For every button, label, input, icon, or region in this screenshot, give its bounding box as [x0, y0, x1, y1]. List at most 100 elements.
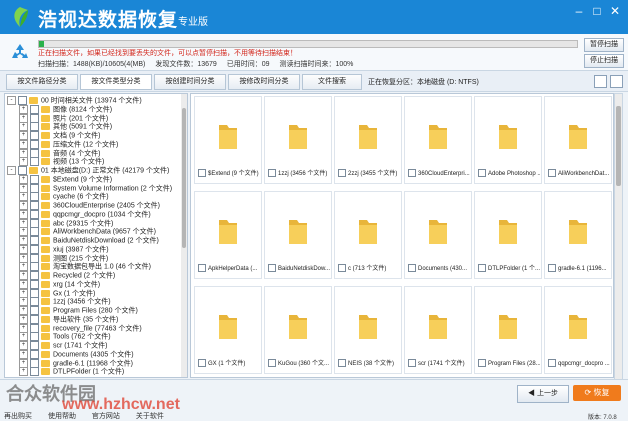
expand-icon[interactable]: + — [19, 314, 28, 324]
folder-tile[interactable]: DTLPFolder (1 个... — [474, 191, 542, 279]
folder-tile[interactable]: qqpcmgr_docpro ... — [544, 286, 612, 374]
tree-checkbox[interactable] — [30, 332, 39, 342]
expand-icon[interactable]: + — [19, 104, 28, 114]
tree-checkbox[interactable] — [30, 349, 39, 359]
folder-tile[interactable]: NEIS (38 个文件) — [334, 286, 402, 374]
tile-checkbox[interactable] — [268, 169, 276, 178]
tile-checkbox[interactable] — [548, 359, 556, 368]
tree-checkbox[interactable] — [30, 244, 39, 254]
close-icon[interactable]: ✕ — [608, 4, 622, 18]
collapse-icon[interactable]: - — [7, 96, 16, 105]
folder-tile[interactable]: KuGou (360 个文... — [264, 286, 332, 374]
tree-checkbox[interactable] — [30, 192, 39, 202]
tile-checkbox[interactable] — [338, 264, 346, 273]
tree-checkbox[interactable] — [30, 218, 39, 228]
pause-scan-button[interactable]: 暂停扫描 — [584, 38, 624, 52]
expand-icon[interactable]: + — [19, 297, 28, 307]
tree-scroll-thumb[interactable] — [182, 108, 186, 248]
expand-icon[interactable]: + — [19, 271, 28, 280]
tab-file-search[interactable]: 文件搜索 — [302, 74, 362, 90]
expand-icon[interactable]: + — [19, 183, 28, 193]
folder-tile[interactable]: BaiduNetdiskDow... — [264, 191, 332, 279]
tree-checkbox[interactable] — [30, 148, 39, 158]
tile-checkbox[interactable] — [268, 264, 276, 273]
expand-icon[interactable]: + — [19, 244, 28, 254]
expand-icon[interactable]: + — [19, 332, 28, 342]
tree-checkbox[interactable] — [30, 314, 39, 324]
tree-checkbox[interactable] — [30, 131, 39, 140]
folder-tile[interactable]: gradle-6.1 (1196... — [544, 191, 612, 279]
folder-tile[interactable]: ApkHelperData (... — [194, 191, 262, 279]
tree-checkbox[interactable] — [30, 288, 39, 298]
tree-checkbox[interactable] — [30, 271, 39, 280]
folder-tile[interactable]: Program Files (28... — [474, 286, 542, 374]
tab-by-path[interactable]: 按文件路径分类 — [6, 74, 78, 90]
collapse-icon[interactable]: - — [7, 166, 16, 175]
expand-icon[interactable]: + — [19, 122, 28, 132]
tree-checkbox[interactable] — [18, 96, 27, 105]
tree-checkbox[interactable] — [30, 227, 39, 237]
tile-checkbox[interactable] — [408, 264, 416, 273]
grid-scroll-thumb[interactable] — [616, 106, 621, 186]
tab-by-modify-time[interactable]: 按修改时间分类 — [228, 74, 300, 90]
recover-button[interactable]: ⟳ 恢复 — [573, 385, 621, 401]
minimize-icon[interactable]: – — [572, 4, 586, 18]
expand-icon[interactable]: + — [19, 174, 28, 184]
tree-checkbox[interactable] — [30, 279, 39, 289]
expand-icon[interactable]: + — [19, 157, 28, 167]
expand-icon[interactable]: + — [19, 358, 28, 368]
folder-tile[interactable]: 360CloudEnterpri... — [404, 96, 472, 184]
tree-checkbox[interactable] — [30, 323, 39, 333]
tile-checkbox[interactable] — [478, 359, 486, 368]
expand-icon[interactable]: + — [19, 288, 28, 298]
folder-tile[interactable]: 1zzj (3456 个文件) — [264, 96, 332, 184]
tree-checkbox[interactable] — [30, 236, 39, 245]
tile-checkbox[interactable] — [478, 264, 486, 273]
maximize-icon[interactable]: □ — [590, 4, 604, 18]
tree-checkbox[interactable] — [30, 306, 39, 315]
tile-checkbox[interactable] — [198, 359, 206, 368]
tree-checkbox[interactable] — [30, 297, 39, 307]
folder-tile[interactable]: GX (1 个文件) — [194, 286, 262, 374]
tree-checkbox[interactable] — [30, 341, 39, 350]
tree-checkbox[interactable] — [30, 262, 39, 272]
expand-icon[interactable]: + — [19, 262, 28, 272]
folder-tile[interactable]: AliWorkbenchDat... — [544, 96, 612, 184]
tree-checkbox[interactable] — [30, 209, 39, 219]
tile-checkbox[interactable] — [408, 169, 416, 178]
expand-icon[interactable]: + — [19, 367, 28, 377]
tree-checkbox[interactable] — [30, 253, 39, 263]
stop-scan-button[interactable]: 停止扫描 — [584, 54, 624, 68]
tree-checkbox[interactable] — [30, 139, 39, 149]
prev-step-button[interactable]: ◀ 上一步 — [517, 385, 569, 403]
expand-icon[interactable]: + — [19, 113, 28, 123]
tile-checkbox[interactable] — [408, 359, 416, 368]
tree-checkbox[interactable] — [30, 113, 39, 123]
tree-checkbox[interactable] — [30, 122, 39, 132]
expand-icon[interactable]: + — [19, 209, 28, 219]
expand-icon[interactable]: + — [19, 192, 28, 202]
tree-scrollbar[interactable] — [181, 94, 187, 377]
grid-scrollbar[interactable] — [614, 93, 623, 380]
tile-checkbox[interactable] — [478, 169, 486, 178]
expand-icon[interactable]: + — [19, 236, 28, 245]
expand-icon[interactable]: + — [19, 218, 28, 228]
list-view-icon[interactable] — [594, 75, 607, 88]
tile-checkbox[interactable] — [268, 359, 276, 368]
folder-tile[interactable]: c (713 个文件) — [334, 191, 402, 279]
grid-view-icon[interactable] — [610, 75, 623, 88]
expand-icon[interactable]: + — [19, 279, 28, 289]
tile-checkbox[interactable] — [338, 169, 346, 178]
tab-by-create-time[interactable]: 按创建时间分类 — [154, 74, 226, 90]
tile-checkbox[interactable] — [548, 169, 556, 178]
tree-checkbox[interactable] — [30, 104, 39, 114]
expand-icon[interactable]: + — [19, 139, 28, 149]
expand-icon[interactable]: + — [19, 349, 28, 359]
folder-tile[interactable]: $Extend (9 个文件) — [194, 96, 262, 184]
folder-tile[interactable]: Adobe Photoshop ... — [474, 96, 542, 184]
tile-checkbox[interactable] — [198, 169, 206, 178]
tree-checkbox[interactable] — [18, 166, 27, 175]
expand-icon[interactable]: + — [19, 253, 28, 263]
tree-checkbox[interactable] — [30, 183, 39, 193]
tree-checkbox[interactable] — [30, 358, 39, 368]
